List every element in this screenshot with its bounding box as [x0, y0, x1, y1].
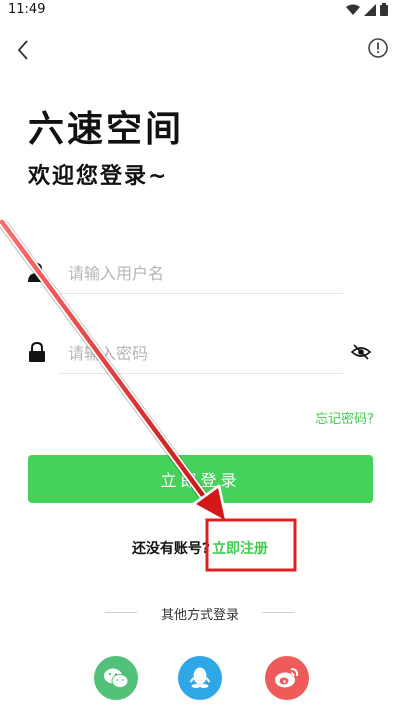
- password-input[interactable]: [66, 336, 320, 370]
- username-field: [28, 248, 373, 298]
- user-icon: [28, 263, 46, 282]
- divider-right: [262, 612, 294, 613]
- top-bar: [0, 28, 400, 68]
- register-link[interactable]: 立即注册: [212, 541, 268, 557]
- status-time: 11:49: [8, 2, 46, 17]
- wifi-icon: [346, 4, 360, 15]
- wechat-login-button[interactable]: [94, 656, 138, 700]
- username-input[interactable]: [66, 256, 320, 290]
- username-underline: [58, 293, 343, 294]
- qq-login-button[interactable]: [178, 656, 222, 700]
- eye-off-icon[interactable]: [351, 344, 371, 360]
- other-login-label: 其他方式登录: [160, 608, 239, 623]
- weibo-icon: [275, 668, 299, 688]
- lock-icon: [29, 342, 45, 362]
- app-title: 六速空间: [28, 109, 185, 150]
- password-field: [28, 328, 373, 378]
- login-button[interactable]: 立即登录: [28, 455, 373, 503]
- signal-icon: [364, 3, 376, 16]
- forgot-password-link[interactable]: 忘记密码?: [315, 408, 374, 427]
- register-row: 还没有账号? 立即注册: [0, 538, 400, 558]
- weibo-login-button[interactable]: [265, 656, 309, 700]
- welcome-text: 欢迎您登录~: [28, 164, 169, 189]
- qq-icon: [190, 667, 210, 688]
- info-icon[interactable]: [366, 36, 390, 60]
- status-bar: 11:49: [0, 0, 400, 20]
- register-question: 还没有账号?: [131, 541, 211, 557]
- wechat-icon: [104, 668, 129, 688]
- back-icon[interactable]: [10, 36, 38, 64]
- password-underline: [58, 373, 343, 374]
- battery-icon: [380, 3, 388, 16]
- other-login-row: 其他方式登录: [0, 604, 400, 623]
- status-icons: [346, 3, 388, 16]
